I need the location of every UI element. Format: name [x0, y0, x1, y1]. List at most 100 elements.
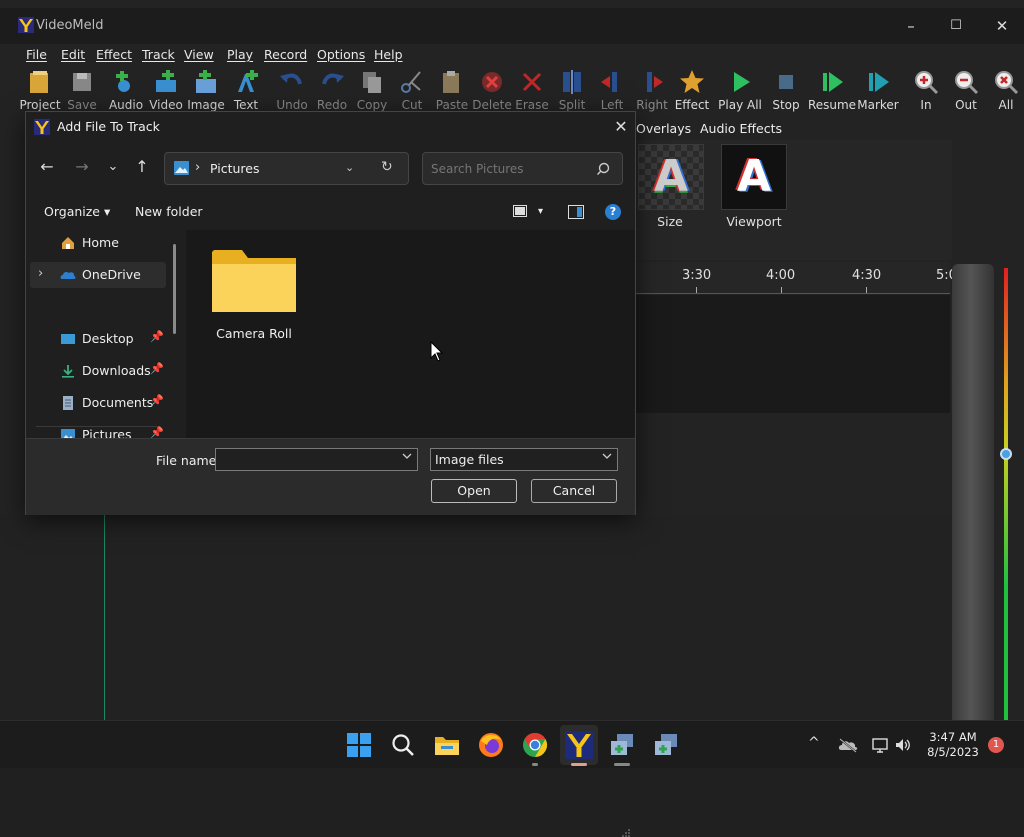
nav-item-documents[interactable]: Documents 📌: [26, 390, 166, 416]
view-icon[interactable]: [513, 205, 527, 217]
video-add-icon: [156, 70, 176, 92]
running-indicator: [614, 763, 630, 766]
audio-add-icon: [116, 71, 130, 92]
file-name-input[interactable]: [215, 448, 418, 471]
dialog-close-button[interactable]: ✕: [610, 116, 632, 138]
recent-locations-button[interactable]: ⌄: [101, 155, 125, 179]
playhead[interactable]: [104, 515, 105, 720]
dialog-title-bar: Add File To Track ✕: [26, 112, 635, 142]
chevron-down-icon[interactable]: [602, 452, 612, 460]
nav-scrollbar[interactable]: [173, 244, 176, 334]
nav-item-pictures[interactable]: Pictures 📌: [26, 422, 166, 438]
menu-record[interactable]: Record: [264, 47, 307, 62]
menu-help[interactable]: Help: [374, 47, 403, 62]
menu-bar: File Edit Effect Track View Play Record …: [0, 44, 1024, 64]
organize-button[interactable]: Organize ▾: [44, 204, 110, 219]
file-explorer-icon[interactable]: [433, 731, 461, 759]
back-button[interactable]: ←: [35, 155, 59, 179]
pin-icon: 📌: [150, 362, 164, 375]
play-all-button[interactable]: Play All: [718, 66, 762, 112]
volume-icon[interactable]: [894, 736, 912, 754]
windows-start-icon[interactable]: [345, 731, 373, 759]
timeline-track[interactable]: [636, 295, 950, 413]
effect-star-icon: [680, 70, 704, 93]
notification-badge[interactable]: 1: [988, 737, 1004, 753]
menu-file[interactable]: File: [26, 47, 47, 62]
timeline-ruler[interactable]: 3:30 4:00 4:30 5:0: [636, 262, 957, 294]
search-input[interactable]: [422, 152, 623, 185]
nav-divider: [36, 426, 158, 427]
effect-button[interactable]: Effect: [670, 66, 714, 112]
ruler-mark: [781, 287, 782, 293]
nav-item-home[interactable]: Home: [26, 230, 166, 256]
menu-view[interactable]: View: [184, 47, 214, 62]
zoom-all-button[interactable]: All: [984, 66, 1024, 112]
onedrive-icon: [60, 271, 76, 279]
menu-track[interactable]: Track: [142, 47, 175, 62]
effect-size-thumb[interactable]: A: [638, 144, 704, 210]
menu-play[interactable]: Play: [227, 47, 253, 62]
resume-button[interactable]: Resume: [808, 66, 856, 112]
forward-button[interactable]: →: [70, 155, 94, 179]
right-icon: [647, 72, 663, 92]
preview-pane-icon[interactable]: [568, 205, 584, 219]
videomeld-logo-icon: [18, 17, 34, 33]
marker-button[interactable]: Marker: [856, 66, 900, 112]
taskbar: ^ 3:47 AM 8/5/2023 1: [0, 720, 1024, 768]
network-icon[interactable]: [871, 736, 889, 754]
address-dropdown-icon[interactable]: ⌄: [345, 161, 354, 174]
running-indicator: [532, 763, 538, 766]
effect-viewport-thumb[interactable]: A: [721, 144, 787, 210]
help-icon[interactable]: ?: [605, 204, 621, 220]
refresh-icon[interactable]: ↻: [381, 159, 393, 175]
app-window-icon[interactable]: [609, 731, 637, 759]
cancel-button[interactable]: Cancel: [531, 479, 617, 503]
onedrive-offline-icon[interactable]: [838, 737, 858, 753]
search-icon[interactable]: [389, 731, 417, 759]
timeline-area[interactable]: [0, 515, 950, 720]
ruler-mark: [866, 287, 867, 293]
volume-slider-knob[interactable]: [1000, 448, 1012, 460]
new-folder-button[interactable]: New folder: [135, 204, 203, 219]
home-icon: [62, 237, 74, 249]
menu-effect[interactable]: Effect: [96, 47, 132, 62]
tab-audio-effects[interactable]: Audio Effects: [700, 121, 782, 136]
menu-edit[interactable]: Edit: [61, 47, 85, 62]
resize-grip-icon[interactable]: [622, 829, 630, 837]
audio-level-meter: [1004, 268, 1008, 720]
pictures-icon: [174, 161, 189, 175]
menu-options[interactable]: Options: [317, 47, 365, 62]
maximize-button[interactable]: ☐: [936, 14, 976, 38]
close-button[interactable]: ✕: [982, 14, 1022, 38]
open-button[interactable]: Open: [431, 479, 517, 503]
tray-overflow-chevron-icon[interactable]: ^: [808, 735, 820, 751]
chevron-down-icon[interactable]: [402, 452, 412, 460]
videomeld-taskbar-icon[interactable]: [565, 731, 593, 759]
view-dropdown-icon[interactable]: ▾: [538, 206, 543, 217]
chrome-icon[interactable]: [521, 731, 549, 759]
active-indicator: [571, 763, 587, 766]
volume-slider-track[interactable]: [952, 264, 994, 720]
address-bar[interactable]: › Pictures ⌄ ↻: [164, 152, 409, 185]
minimize-button[interactable]: –: [891, 14, 931, 38]
search-icon[interactable]: [596, 162, 610, 176]
breadcrumb-pictures[interactable]: Pictures: [210, 161, 260, 176]
tray-date: 8/5/2023: [927, 745, 979, 759]
cut-icon: [401, 71, 421, 93]
expand-chevron-icon[interactable]: ›: [38, 266, 43, 281]
file-type-select[interactable]: Image files: [430, 448, 618, 471]
nav-item-downloads[interactable]: Downloads 📌: [26, 358, 166, 384]
ruler-tick: 4:30: [852, 268, 882, 283]
add-text-button[interactable]: Text: [224, 66, 268, 112]
command-bar: Organize ▾ New folder ▾ ?: [26, 197, 635, 227]
up-button[interactable]: ↑: [130, 155, 154, 179]
firefox-icon[interactable]: [477, 731, 505, 759]
app-window-icon-2[interactable]: [653, 731, 681, 759]
tray-clock[interactable]: 3:47 AM 8/5/2023: [918, 730, 988, 760]
nav-item-onedrive[interactable]: › OneDrive: [30, 262, 166, 288]
stop-button[interactable]: Stop: [764, 66, 808, 112]
dialog-footer: File name: Image files Open Cancel: [26, 438, 635, 837]
undo-icon: [280, 73, 302, 85]
tab-overlays[interactable]: Overlays: [636, 121, 691, 136]
nav-item-desktop[interactable]: Desktop 📌: [26, 326, 166, 352]
